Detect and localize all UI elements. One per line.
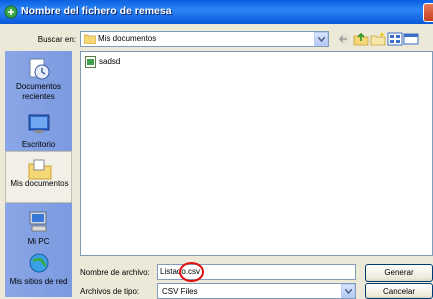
close-button[interactable] (423, 3, 433, 22)
folder-icon (83, 34, 97, 45)
chevron-down-icon (345, 289, 352, 294)
place-desktop[interactable]: Escritorio (5, 106, 72, 154)
my-computer-icon (27, 210, 51, 234)
title-bar[interactable]: Nombre del fichero de remesa (0, 0, 433, 24)
places-bar: Documentos recientes Escritorio Mis docu… (5, 51, 72, 297)
lookin-dropdown-button[interactable] (314, 32, 328, 46)
view-menu-icon[interactable] (387, 31, 403, 47)
chevron-down-icon (318, 37, 325, 42)
recent-documents-icon (27, 57, 51, 81)
filetype-dropdown-button[interactable] (341, 284, 355, 298)
network-places-icon (27, 252, 51, 276)
file-name: sadsd (99, 57, 121, 66)
up-folder-icon[interactable] (353, 31, 369, 47)
my-documents-icon (28, 157, 52, 181)
filetype-value: CSV Files (162, 287, 198, 296)
cancel-button[interactable]: Cancelar (365, 283, 433, 299)
filename-label: Nombre de archivo: (80, 268, 150, 277)
back-icon[interactable] (336, 31, 352, 47)
filetype-label: Archivos de tipo: (80, 287, 140, 296)
tools-icon[interactable] (403, 31, 419, 47)
place-label: Mis documentos (10, 179, 69, 188)
generate-button[interactable]: Generar (365, 264, 433, 282)
file-list[interactable]: sadsd (80, 51, 433, 256)
filetype-combo[interactable]: CSV Files (157, 283, 356, 299)
highlight-circle (179, 262, 204, 282)
place-label: Mis sitios de red (9, 277, 68, 286)
place-my-documents[interactable]: Mis documentos (5, 151, 72, 203)
lookin-combo[interactable]: Mis documentos (80, 31, 329, 47)
file-icon (85, 56, 96, 68)
app-icon (4, 5, 18, 19)
lookin-label: Buscar en: (37, 35, 76, 44)
place-network-places[interactable]: Mis sitios de red (5, 249, 72, 297)
place-label: Escritorio (21, 140, 56, 149)
lookin-value: Mis documentos (98, 34, 157, 43)
desktop-icon (27, 112, 51, 136)
place-recent-documents[interactable]: Documentos recientes (5, 53, 72, 105)
window-title: Nombre del fichero de remesa (21, 5, 172, 17)
place-my-computer[interactable]: Mi PC (5, 206, 72, 251)
place-label: Mi PC (27, 237, 50, 246)
new-folder-icon[interactable] (370, 31, 386, 47)
place-label: Documentos recientes (16, 82, 61, 101)
